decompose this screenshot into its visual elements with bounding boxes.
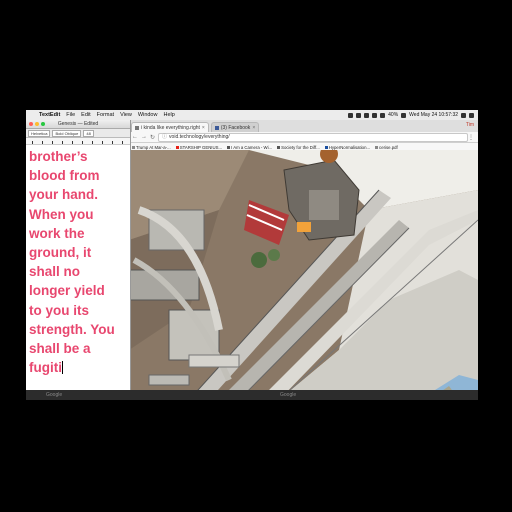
text-line: brother’s (29, 149, 88, 164)
battery-icon[interactable] (401, 112, 407, 118)
reload-icon[interactable]: ↻ (150, 134, 155, 141)
text-line: shall be a (29, 341, 91, 357)
bookmark-item[interactable]: HyperNormalisation... (324, 144, 371, 150)
format-toolbar: Helvetica Bold Oblique 48 (26, 129, 130, 138)
bottom-strip: Google Google (26, 390, 478, 400)
doc-icon (324, 145, 328, 149)
textedit-title: Genesis — Edited (57, 121, 99, 127)
bookmark-label: cerise.pdf (379, 144, 398, 150)
page-info-icon[interactable]: ⓘ (162, 134, 167, 141)
document-body[interactable]: brother’s blood from your hand. When you… (26, 145, 130, 387)
font-style-select[interactable]: Bold Oblique (52, 129, 82, 137)
bookmark-item[interactable]: Trump At Mar-a-... (132, 145, 171, 150)
tab-facebook[interactable]: (3) Facebook × (210, 122, 260, 132)
clock[interactable]: Wed May 24 10:57:32 (409, 112, 458, 118)
wikipedia-icon (277, 145, 281, 149)
text-caret (62, 361, 63, 375)
tab-label: (3) Facebook (220, 124, 251, 131)
text-line: ground, it (29, 245, 92, 261)
font-size-select[interactable]: 48 (83, 129, 94, 137)
text-line: When you (29, 206, 94, 222)
textedit-titlebar[interactable]: Genesis — Edited (26, 120, 130, 129)
text-line: fugiti (29, 360, 62, 376)
tray-icon[interactable] (348, 112, 354, 118)
font-family-select[interactable]: Helvetica (28, 129, 51, 137)
menu-dots-icon[interactable]: ⋮ (468, 134, 474, 141)
menu-help[interactable]: Help (160, 112, 177, 118)
bookmark-label: Trump At Mar-a-... (136, 144, 171, 150)
browser-window: i kinda like everything.right × (3) Face… (129, 120, 478, 400)
bookmark-label: Society for the Diff... (281, 144, 320, 150)
wikipedia-icon (227, 145, 231, 149)
menu-view[interactable]: View (117, 112, 135, 118)
scene-render (129, 150, 478, 400)
page-favicon-icon (135, 125, 139, 130)
text-line: your hand. (29, 187, 99, 203)
tab-strip: i kinda like everything.right × (3) Face… (129, 120, 478, 132)
forward-arrow-icon[interactable]: → (141, 134, 147, 140)
text-line: shall no (29, 264, 81, 280)
facebook-icon (214, 125, 219, 130)
address-bar-row: ← → ↻ ⓘ void.technology/everything/ ⋮ (129, 132, 478, 143)
wifi-icon[interactable] (372, 112, 378, 118)
back-arrow-icon[interactable]: ← (132, 134, 138, 140)
text-line: to you its (29, 302, 89, 318)
tab-void-technology[interactable]: i kinda like everything.right × (131, 122, 209, 132)
notification-icon[interactable] (469, 112, 474, 118)
bookmark-item[interactable]: Society for the Diff... (277, 145, 320, 150)
volume-icon[interactable] (380, 112, 386, 118)
menu-format[interactable]: Format (94, 112, 117, 118)
profile-button[interactable]: Tim (466, 122, 474, 128)
bookmark-label: I Am a Camera - Wi... (231, 144, 273, 150)
text-line: blood from (29, 168, 100, 184)
youtube-icon (175, 145, 179, 149)
bookmark-icon (132, 145, 135, 149)
text-line: strength. You (29, 321, 115, 337)
bookmark-item[interactable]: I Am a Camera - Wi... (227, 145, 272, 150)
bottom-right-label: Google (280, 392, 297, 398)
pdf-icon (375, 145, 379, 149)
tab-label: i kinda like everything.right (141, 124, 200, 131)
tray-icon[interactable] (356, 112, 362, 118)
menu-window[interactable]: Window (135, 112, 161, 118)
bottom-left-label: Google (46, 392, 63, 398)
search-icon[interactable] (461, 112, 466, 118)
text-line: work the (29, 225, 85, 241)
menu-edit[interactable]: Edit (78, 112, 93, 118)
text-line: longer yield (29, 283, 105, 299)
url-text: void.technology/everything/ (169, 133, 230, 140)
textedit-window: Genesis — Edited Helvetica Bold Oblique … (26, 120, 131, 400)
desktop-screen: TextEdit File Edit Format View Window He… (26, 110, 478, 400)
tray-icon[interactable] (364, 112, 370, 118)
menu-file[interactable]: File (63, 112, 78, 118)
webgl-scene[interactable] (129, 150, 478, 400)
bookmark-item[interactable]: STARSHIP GENIUS... (175, 144, 223, 150)
ruler[interactable] (26, 138, 130, 145)
url-input[interactable]: ⓘ void.technology/everything/ (158, 132, 468, 142)
close-tab-icon[interactable]: × (252, 125, 255, 131)
bookmark-label: HyperNormalisation... (328, 144, 371, 150)
bookmark-item[interactable]: cerise.pdf (375, 145, 398, 150)
menu-extras: 40% Wed May 24 10:57:32 (348, 112, 478, 118)
bookmark-label: STARSHIP GENIUS... (179, 144, 223, 150)
menu-app-name[interactable]: TextEdit (36, 112, 63, 118)
close-tab-icon[interactable]: × (202, 125, 205, 131)
battery-percent[interactable]: 40% (388, 112, 398, 118)
